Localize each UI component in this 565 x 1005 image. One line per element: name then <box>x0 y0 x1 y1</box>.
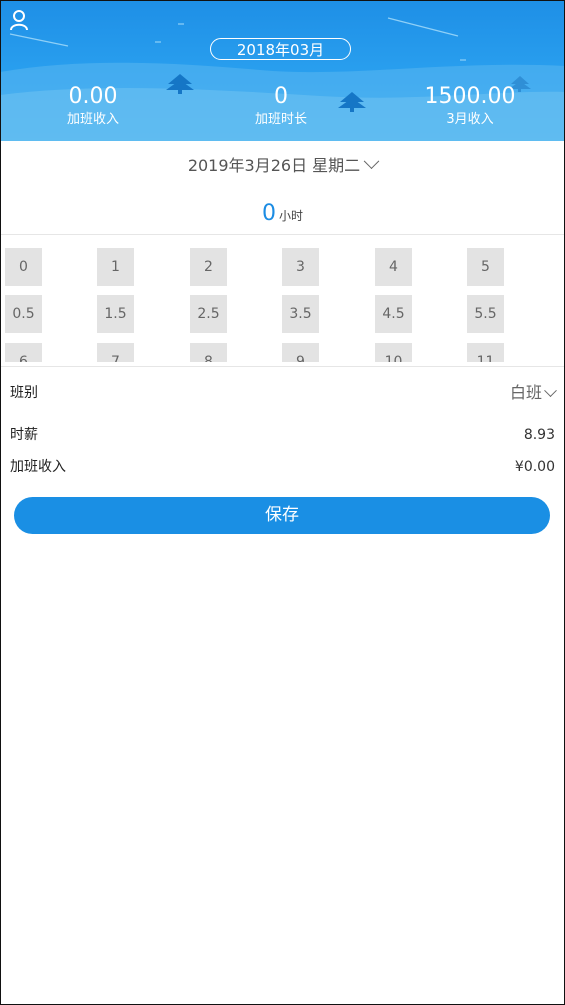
hour-option[interactable]: 0 <box>5 248 42 286</box>
hours-picker-grid[interactable]: 0 1 2 3 4 5 0.5 1.5 2.5 3.5 4.5 5.5 6 7 … <box>0 238 565 362</box>
date-label: 2019年3月26日 星期二 <box>187 156 361 175</box>
hour-option[interactable]: 7 <box>97 343 134 362</box>
date-selector[interactable]: 2019年3月26日 星期二 <box>0 153 565 179</box>
hour-option[interactable]: 5.5 <box>467 295 504 333</box>
stat-overtime-income: 0.00 加班收入 <box>13 84 173 128</box>
divider <box>0 366 565 367</box>
hour-option[interactable]: 4.5 <box>375 295 412 333</box>
hour-option[interactable]: 3.5 <box>282 295 319 333</box>
stat-value: 1500.00 <box>424 84 516 109</box>
hour-option[interactable]: 9 <box>282 343 319 362</box>
chevron-down-icon <box>363 153 380 170</box>
stat-label: 加班时长 <box>254 112 307 127</box>
hours-display: 0 小时 <box>0 199 565 231</box>
hour-option[interactable]: 0.5 <box>5 295 42 333</box>
chevron-down-icon <box>544 384 557 398</box>
shift-value-text: 白班 <box>509 383 542 402</box>
hours-unit: 小时 <box>278 209 303 223</box>
hour-option[interactable]: 8 <box>190 343 227 362</box>
hour-option[interactable]: 1 <box>97 248 134 286</box>
hour-option[interactable]: 5 <box>467 248 504 286</box>
stat-value: 0 <box>274 84 288 109</box>
hour-option[interactable]: 4 <box>375 248 412 286</box>
hour-option[interactable]: 6 <box>5 343 42 362</box>
stat-label: 加班收入 <box>66 112 119 127</box>
hour-option[interactable]: 1.5 <box>97 295 134 333</box>
hour-option[interactable]: 2 <box>190 248 227 286</box>
header-banner: 2018年03月 0.00 加班收入 0 加班时长 1500.00 3月收入 <box>0 0 565 141</box>
wage-label: 时薪 <box>10 427 38 443</box>
hour-option[interactable]: 11 <box>467 343 504 362</box>
hours-value: 0 <box>261 201 276 226</box>
month-selector[interactable]: 2018年03月 <box>210 38 351 60</box>
divider <box>0 234 565 235</box>
hour-option[interactable]: 2.5 <box>190 295 227 333</box>
overtime-income-value: ¥0.00 <box>514 459 555 475</box>
stat-month-income: 1500.00 3月收入 <box>390 84 550 128</box>
shift-value[interactable]: 白班 <box>509 383 557 403</box>
hour-option[interactable]: 10 <box>375 343 412 362</box>
stat-value: 0.00 <box>68 84 118 109</box>
overtime-income-label: 加班收入 <box>10 459 66 475</box>
hour-option[interactable]: 3 <box>282 248 319 286</box>
shift-label: 班别 <box>10 385 38 401</box>
user-icon[interactable] <box>8 9 30 31</box>
save-button[interactable]: 保存 <box>14 497 550 534</box>
stat-label: 3月收入 <box>446 112 494 127</box>
stat-overtime-hours: 0 加班时长 <box>201 84 361 128</box>
wage-value: 8.93 <box>523 427 555 443</box>
